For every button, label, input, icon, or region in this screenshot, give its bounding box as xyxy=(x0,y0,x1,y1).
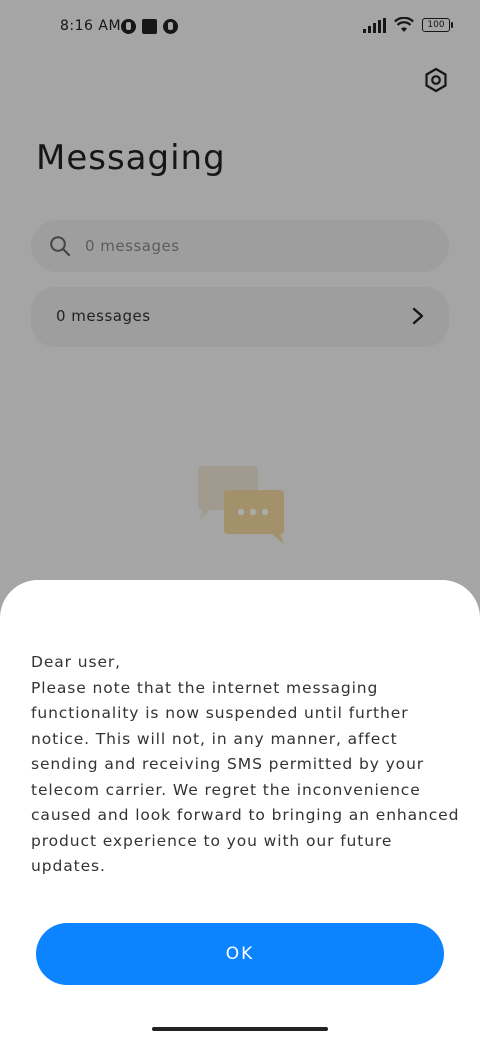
home-indicator[interactable] xyxy=(152,1027,328,1031)
ok-button[interactable]: OK xyxy=(36,923,444,985)
notice-bottom-sheet: Dear user, Please note that the internet… xyxy=(0,580,480,1040)
notice-message: Dear user, Please note that the internet… xyxy=(31,653,460,875)
